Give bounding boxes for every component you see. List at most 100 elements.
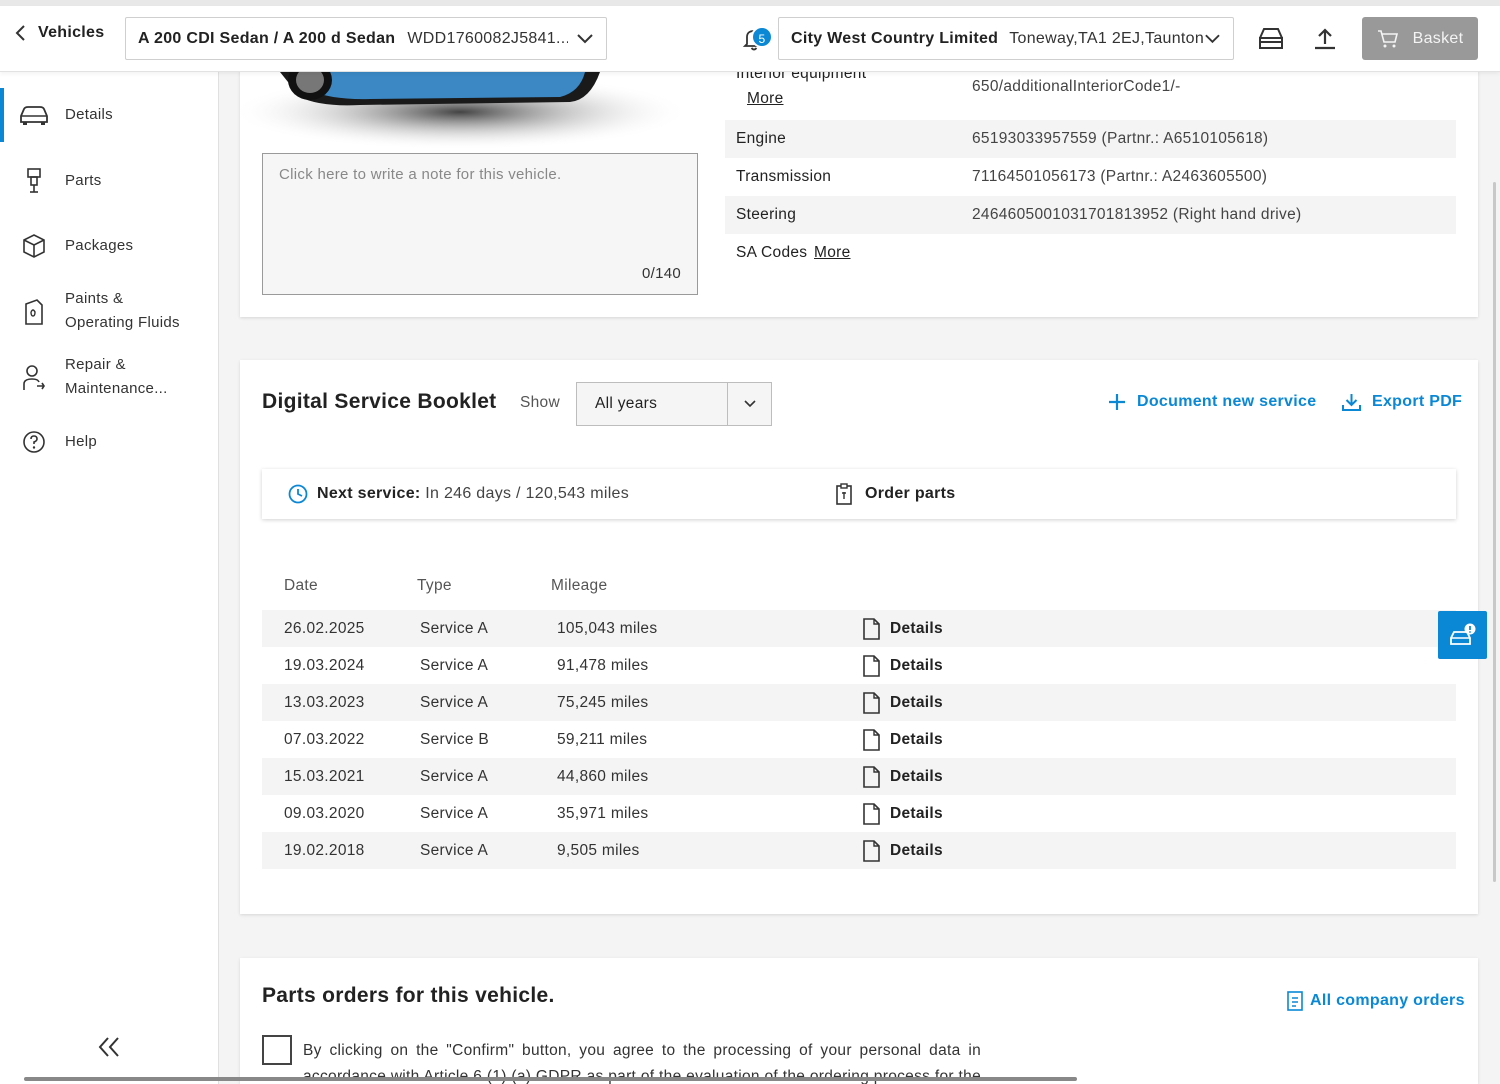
back-to-vehicles-link[interactable]: Vehicles [14,24,104,42]
sidebar-item-label: Help [65,433,98,450]
sidebar-item-label: Details [65,106,113,123]
table-row: 19.02.2018 Service A 9,505 miles Details [262,832,1456,869]
next-service-label: Next service: [317,485,421,502]
note-character-counter: 0/140 [641,265,681,282]
row-details-link[interactable]: Details [862,802,943,825]
document-icon [863,728,880,751]
row-date: 19.02.2018 [284,841,365,859]
sidebar-item-repair[interactable]: Repair & Maintenance... [0,350,218,406]
plus-icon [1109,394,1125,410]
consent-line-2: accordance with Article 6 (1) (a) GDPR a… [303,1068,981,1084]
row-date: 07.03.2022 [284,730,365,748]
chevron-down-icon [577,33,593,43]
sidebar-item-label: Repair & [65,356,126,373]
row-date: 26.02.2025 [284,619,365,637]
horizontal-scrollbar[interactable] [24,1077,1077,1081]
car-service-icon[interactable] [1257,26,1285,52]
help-icon [18,426,50,458]
double-chevron-left-icon[interactable] [96,1034,122,1060]
basket-label: Basket [1412,29,1464,47]
table-row: 15.03.2021 Service A 44,860 miles Details [262,758,1456,795]
row-date: 15.03.2021 [284,767,365,785]
dealer-selector[interactable]: City West Country Limited Toneway,TA1 2E… [778,17,1234,60]
vertical-scrollbar[interactable] [1493,182,1496,882]
sidebar-item-label: Paints & [65,290,124,307]
next-service-banner: Next service: In 246 days / 120,543 mile… [262,469,1456,519]
basket-button[interactable]: Basket [1362,17,1478,60]
row-details-link[interactable]: Details [862,617,943,640]
notification-badge: 5 [751,26,773,48]
document-new-service-button[interactable]: Document new service [1107,392,1316,412]
mechanic-icon [18,362,50,394]
top-header: Vehicles A 200 CDI Sedan / A 200 d Sedan… [0,6,1500,72]
sa-codes-more-link[interactable]: More [814,244,851,262]
note-placeholder: Click here to write a note for this vehi… [279,166,562,183]
consent-checkbox[interactable] [262,1035,292,1065]
active-indicator [0,88,4,142]
box-icon [18,230,50,262]
column-header-mileage: Mileage [551,577,608,594]
row-type: Service A [420,619,489,637]
row-details-link[interactable]: Details [862,839,943,862]
next-service-text: Next service: In 246 days / 120,543 mile… [317,485,629,503]
document-icon [863,617,880,640]
chevron-left-icon [15,25,25,41]
sidebar-item-parts[interactable]: Parts [0,154,218,208]
sidebar-item-help[interactable]: Help [0,415,218,469]
dealer-address: Toneway,TA1 2EJ,Taunton [1009,29,1205,47]
table-row: 19.03.2024 Service A 91,478 miles Details [262,647,1456,684]
row-mileage: 59,211 miles [557,730,648,748]
sidebar-item-label: Packages [65,237,134,254]
details-label: Details [890,656,943,674]
year-filter-select[interactable]: All years [576,382,772,426]
export-pdf-button[interactable]: Export PDF [1341,392,1462,412]
row-type: Service A [420,804,489,822]
all-company-orders-link[interactable]: All company orders [1286,990,1465,1012]
row-details-link[interactable]: Details [862,728,943,751]
spec-row-steering: Steering 2464605001031701813952 (Right h… [725,196,1456,234]
parts-orders-title: Parts orders for this vehicle. [262,984,555,1007]
spec-key: Steering [736,206,797,223]
details-label: Details [890,619,943,637]
car-icon [18,99,50,131]
spec-value: 71164501056173 (Partnr.: A2463605500) [972,168,1268,185]
row-details-link[interactable]: Details [862,765,943,788]
car-alert-icon [1449,623,1475,645]
sidebar-item-label: Parts [65,172,102,189]
order-parts-button[interactable]: Order parts [835,483,955,505]
vehicle-selector[interactable]: A 200 CDI Sedan / A 200 d Sedan WDD17600… [125,17,607,60]
row-details-link[interactable]: Details [862,691,943,714]
chevron-down-icon [1205,34,1220,43]
sidebar-item-label-line2: Operating Fluids [65,314,180,331]
upload-icon[interactable] [1311,26,1339,52]
orders-icon [1287,991,1303,1011]
dealer-name: City West Country Limited [791,29,999,47]
document-icon [863,654,880,677]
spec-key: Transmission [736,168,832,185]
table-row: 09.03.2020 Service A 35,971 miles Details [262,795,1456,832]
sidebar-item-packages[interactable]: Packages [0,219,218,273]
next-service-value: In 246 days / 120,543 miles [425,485,630,502]
spec-key: Engine [736,130,787,147]
vehicle-note-input[interactable]: Click here to write a note for this vehi… [262,153,698,295]
spark-plug-icon [18,165,50,197]
document-icon [863,802,880,825]
spec-value: 650/additionalInteriorCode1/- [972,78,1181,95]
column-header-type: Type [417,577,452,594]
vehicle-assistant-button[interactable] [1438,611,1487,659]
spec-key: SA Codes [736,244,808,261]
spec-value: 65193033957559 (Partnr.: A6510105618) [972,130,1269,147]
sidebar-item-paints[interactable]: Paints & Operating Fluids [0,284,218,340]
orders-icon [836,483,852,505]
row-details-link[interactable]: Details [862,654,943,677]
document-icon [863,765,880,788]
sidebar-item-details[interactable]: Details [0,88,218,142]
spec-row-sa-codes: SA Codes More [725,234,1456,272]
row-type: Service A [420,656,489,674]
details-label: Details [890,730,943,748]
export-pdf-label: Export PDF [1372,393,1463,410]
interior-more-link[interactable]: More [747,90,784,108]
row-date: 19.03.2024 [284,656,365,674]
spec-value: 2464605001031701813952 (Right hand drive… [972,206,1302,223]
vehicle-image [240,72,710,152]
